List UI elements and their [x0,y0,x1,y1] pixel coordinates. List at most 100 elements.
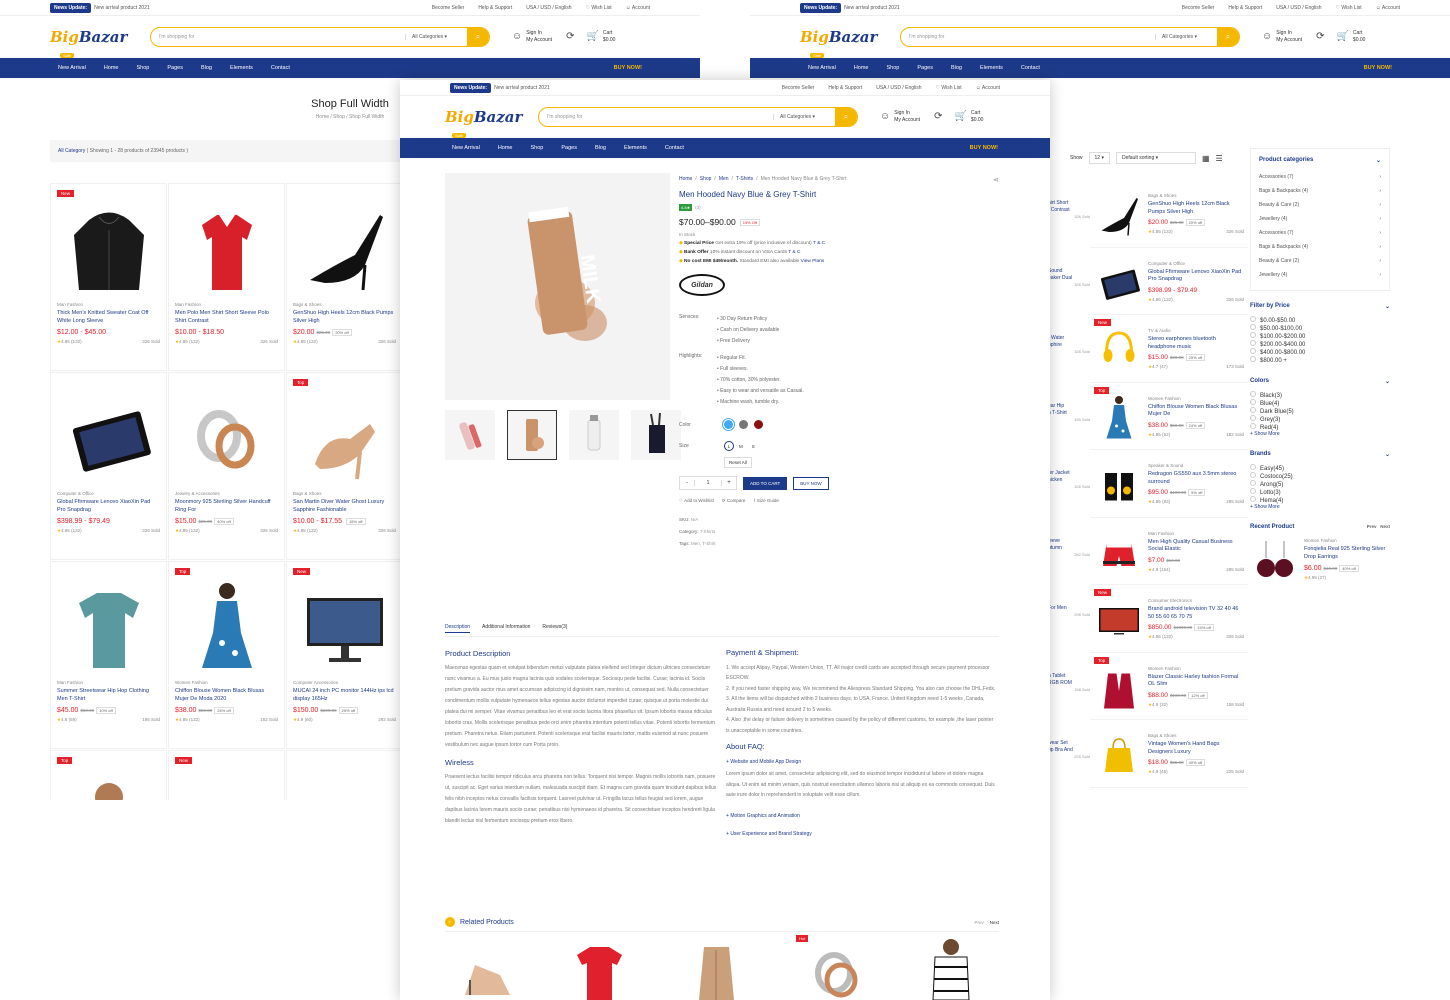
product-card[interactable]: Computer & Office Global Ffirmware Lenovo… [50,372,167,560]
thumbnail-1[interactable] [445,410,495,460]
help-link[interactable]: Help & Support [1228,5,1262,11]
product-image[interactable] [1094,323,1144,373]
product-list-item[interactable]: Bags & Shoes Vintage Women's Hand Bags De… [1090,720,1248,788]
product-list-item[interactable]: Speaker & Sound Redragon GS550 aux 3.5mm … [1090,450,1248,518]
qty-minus-button[interactable]: - [680,480,694,486]
list-view-icon[interactable]: ☰ [1216,154,1223,163]
category-item[interactable]: Bags & Backpacks (4) › [1259,240,1381,254]
related-item-5[interactable] [913,935,988,1000]
account-link[interactable]: ☺ Account [976,85,1000,91]
product-list-item[interactable]: Top Women Fashion Chiffon Blouse Women Bla… [1090,383,1248,450]
nav-contact[interactable]: Contact [1021,65,1040,71]
category-item[interactable]: Bags & Backpacks (4) › [1259,184,1381,198]
product-image[interactable] [57,568,160,678]
product-image[interactable] [1094,188,1144,238]
color-option[interactable]: Grey(3) [1250,415,1390,423]
search-button[interactable]: ⌕ [835,108,857,126]
related-item-3[interactable] [679,935,754,1000]
brand-option[interactable]: Arong(5) [1250,480,1390,488]
product-card[interactable] [286,750,403,800]
product-image[interactable] [293,379,396,489]
related-next[interactable]: Next [990,920,999,925]
product-image[interactable] [293,190,396,300]
product-image[interactable] [1094,728,1144,778]
nav-contact[interactable]: Contact [271,65,290,71]
product-card[interactable]: NewSCOTT [168,750,285,800]
nav-pages[interactable]: Pages [561,145,577,151]
color-option[interactable]: Dark Blue(5) [1250,407,1390,415]
crumb-home[interactable]: Home [679,176,692,184]
cart-icon[interactable]: 🛒 [954,110,966,124]
wishlist-link[interactable]: ♡ Wish List [936,85,962,91]
color-swatch-blue[interactable] [722,418,735,431]
product-name[interactable]: Thick Men's Knitted Sweater Coat Off Whi… [57,310,160,326]
product-name[interactable]: MUCAI 24 inch PC monitor 144Hz ips lcd d… [293,688,396,704]
compare-icon[interactable]: ⟳ [1316,30,1324,44]
thumbnail-3[interactable] [569,410,619,460]
search-button[interactable]: ⌕ [1217,28,1239,46]
account-block[interactable]: ☺ Sign In My Account ⟳ 🛒 Cart $0.00 [512,30,615,44]
product-card[interactable]: Man Fashion Men Polo Men Shirt Short Slee… [168,183,285,371]
buy-now-link[interactable]: BUY NOW! [614,65,642,71]
search-input[interactable]: I'm shopping for [539,114,773,120]
product-name[interactable]: Global Ffirmware Lenovo XiaoXin Pad Pro … [1148,269,1244,284]
thumbnail-4[interactable] [631,410,681,460]
category-select[interactable]: All Categories ▾ [773,114,835,120]
chevron-down-icon[interactable]: ⌄ [1385,451,1390,458]
related-prev[interactable]: Prev [974,920,983,925]
category-item[interactable]: Beauty & Care (2) › [1259,254,1381,268]
show-more-brands[interactable]: + Show More [1250,504,1390,510]
product-card[interactable]: Bags & Shoes GenShuo High Heels 12cm Blac… [286,183,403,371]
product-name[interactable]: Vintage Women's Hand Bags Designers Luxu… [1148,741,1244,756]
price-option[interactable]: $0.00-$50.00 [1250,316,1390,324]
product-card[interactable]: Man Fashion Summer Streetwear Hip Hop Clo… [50,561,167,749]
related-item-4[interactable]: Hot [796,935,871,1000]
product-image[interactable] [57,757,160,800]
category-item[interactable]: Beauty & Care (2) › [1259,198,1381,212]
faq-item-1[interactable]: + Website and Mobile App Design [726,757,998,768]
grid-view-icon[interactable]: ▦ [1202,154,1210,163]
crumb-men[interactable]: Men [719,176,729,184]
color-option[interactable]: Black(3) [1250,391,1390,399]
account-block[interactable]: ☺ Sign In My Account ⟳ 🛒 Cart $0.00 [880,110,983,124]
become-seller-link[interactable]: Become Seller [432,5,465,11]
wishlist-link[interactable]: ♡ Wish List [586,5,612,11]
nav-contact[interactable]: Contact [665,145,684,151]
price-option[interactable]: $50.00-$100.00 [1250,324,1390,332]
help-link[interactable]: Help & Support [828,85,862,91]
sort-select[interactable]: Default sorting ▾ [1115,152,1196,164]
product-image[interactable] [1094,256,1144,306]
size-guide-button[interactable]: ⌇ Size Guide [753,498,778,504]
product-main-image[interactable]: MILK [445,173,670,400]
price-option[interactable]: $100.00-$200.00 [1250,332,1390,340]
buy-now-link[interactable]: BUY NOW! [1364,65,1392,71]
offer-link[interactable]: View Plans [801,259,825,264]
product-name[interactable]: Summer Streetwear Hip Hop Clothing Men T… [57,688,160,704]
category-select[interactable]: All Categories ▾ [1155,34,1217,40]
product-list-item[interactable]: New Consumer Electronics Brand android tel… [1090,585,1248,653]
help-link[interactable]: Help & Support [478,5,512,11]
product-image[interactable] [57,190,160,300]
product-image[interactable] [1094,391,1144,441]
chevron-down-icon[interactable]: ⌄ [1385,378,1390,385]
product-card[interactable]: Top Bags & Shoes San Martin Diver Water Gh… [286,372,403,560]
product-name[interactable]: Chiffon Blouse Women Black Blusas Mujer … [175,688,278,704]
buy-now-button[interactable]: BUY NOW [793,476,829,490]
account-link[interactable]: ☺ Account [626,5,650,11]
search-input[interactable]: I'm shopping for [151,34,405,40]
nav-new-arrival[interactable]: New Arrival [808,65,836,71]
nav-blog[interactable]: Blog [951,65,962,71]
review-count[interactable]: (3) [695,205,701,210]
product-image[interactable] [293,568,396,678]
product-image[interactable] [1094,458,1144,508]
brand-option[interactable]: Costoco(25) [1250,472,1390,480]
product-name[interactable]: Brand android television TV 32 40 46 50 … [1148,606,1244,621]
locale-link[interactable]: USA / USD / English [526,5,571,11]
product-card[interactable]: Jewelry & Accessories Moonmory 925 Sterli… [168,372,285,560]
product-image[interactable] [1094,593,1144,643]
tab-description[interactable]: Description [445,624,471,633]
account-block[interactable]: ☺ Sign In My Account ⟳ 🛒 Cart $0.00 [1262,30,1365,44]
brand-logo[interactable]: Gildan [679,274,725,296]
nav-home[interactable]: Home [854,65,869,71]
faq-item-2[interactable]: + Motion Graphics and Animation [726,811,998,822]
